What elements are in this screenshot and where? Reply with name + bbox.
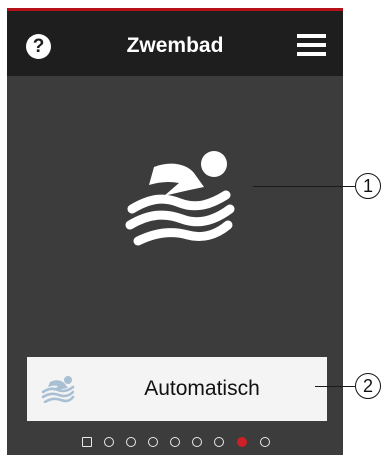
page-indicator bbox=[7, 436, 343, 448]
callout-line-1 bbox=[253, 186, 355, 187]
hamburger-menu-button[interactable] bbox=[297, 34, 326, 56]
page-dot-4[interactable] bbox=[148, 437, 158, 447]
callout-marker-2: 2 bbox=[355, 373, 381, 399]
mode-button-automatic[interactable]: Automatisch bbox=[27, 357, 327, 421]
swimmer-icon-small bbox=[41, 376, 75, 403]
page-dot-8-active[interactable] bbox=[237, 437, 247, 447]
header-bar: ? Zwembad bbox=[7, 11, 343, 76]
page-dot-2[interactable] bbox=[104, 437, 114, 447]
page-dot-6[interactable] bbox=[192, 437, 202, 447]
page-dot-3[interactable] bbox=[126, 437, 136, 447]
app-screen: ? Zwembad Automatisch bbox=[7, 8, 343, 455]
page-dot-1[interactable] bbox=[82, 437, 92, 447]
menu-line-2 bbox=[297, 43, 326, 47]
menu-line-3 bbox=[297, 52, 326, 56]
page-dot-9[interactable] bbox=[260, 437, 270, 447]
swimmer-icon bbox=[125, 151, 235, 246]
menu-line-1 bbox=[297, 34, 326, 38]
callout-marker-1: 1 bbox=[355, 173, 381, 199]
mode-label: Automatisch bbox=[144, 377, 260, 400]
page-dot-5[interactable] bbox=[170, 437, 180, 447]
page-title: Zwembad bbox=[126, 34, 224, 57]
callout-line-2 bbox=[315, 386, 355, 387]
page-dot-7[interactable] bbox=[214, 437, 224, 447]
